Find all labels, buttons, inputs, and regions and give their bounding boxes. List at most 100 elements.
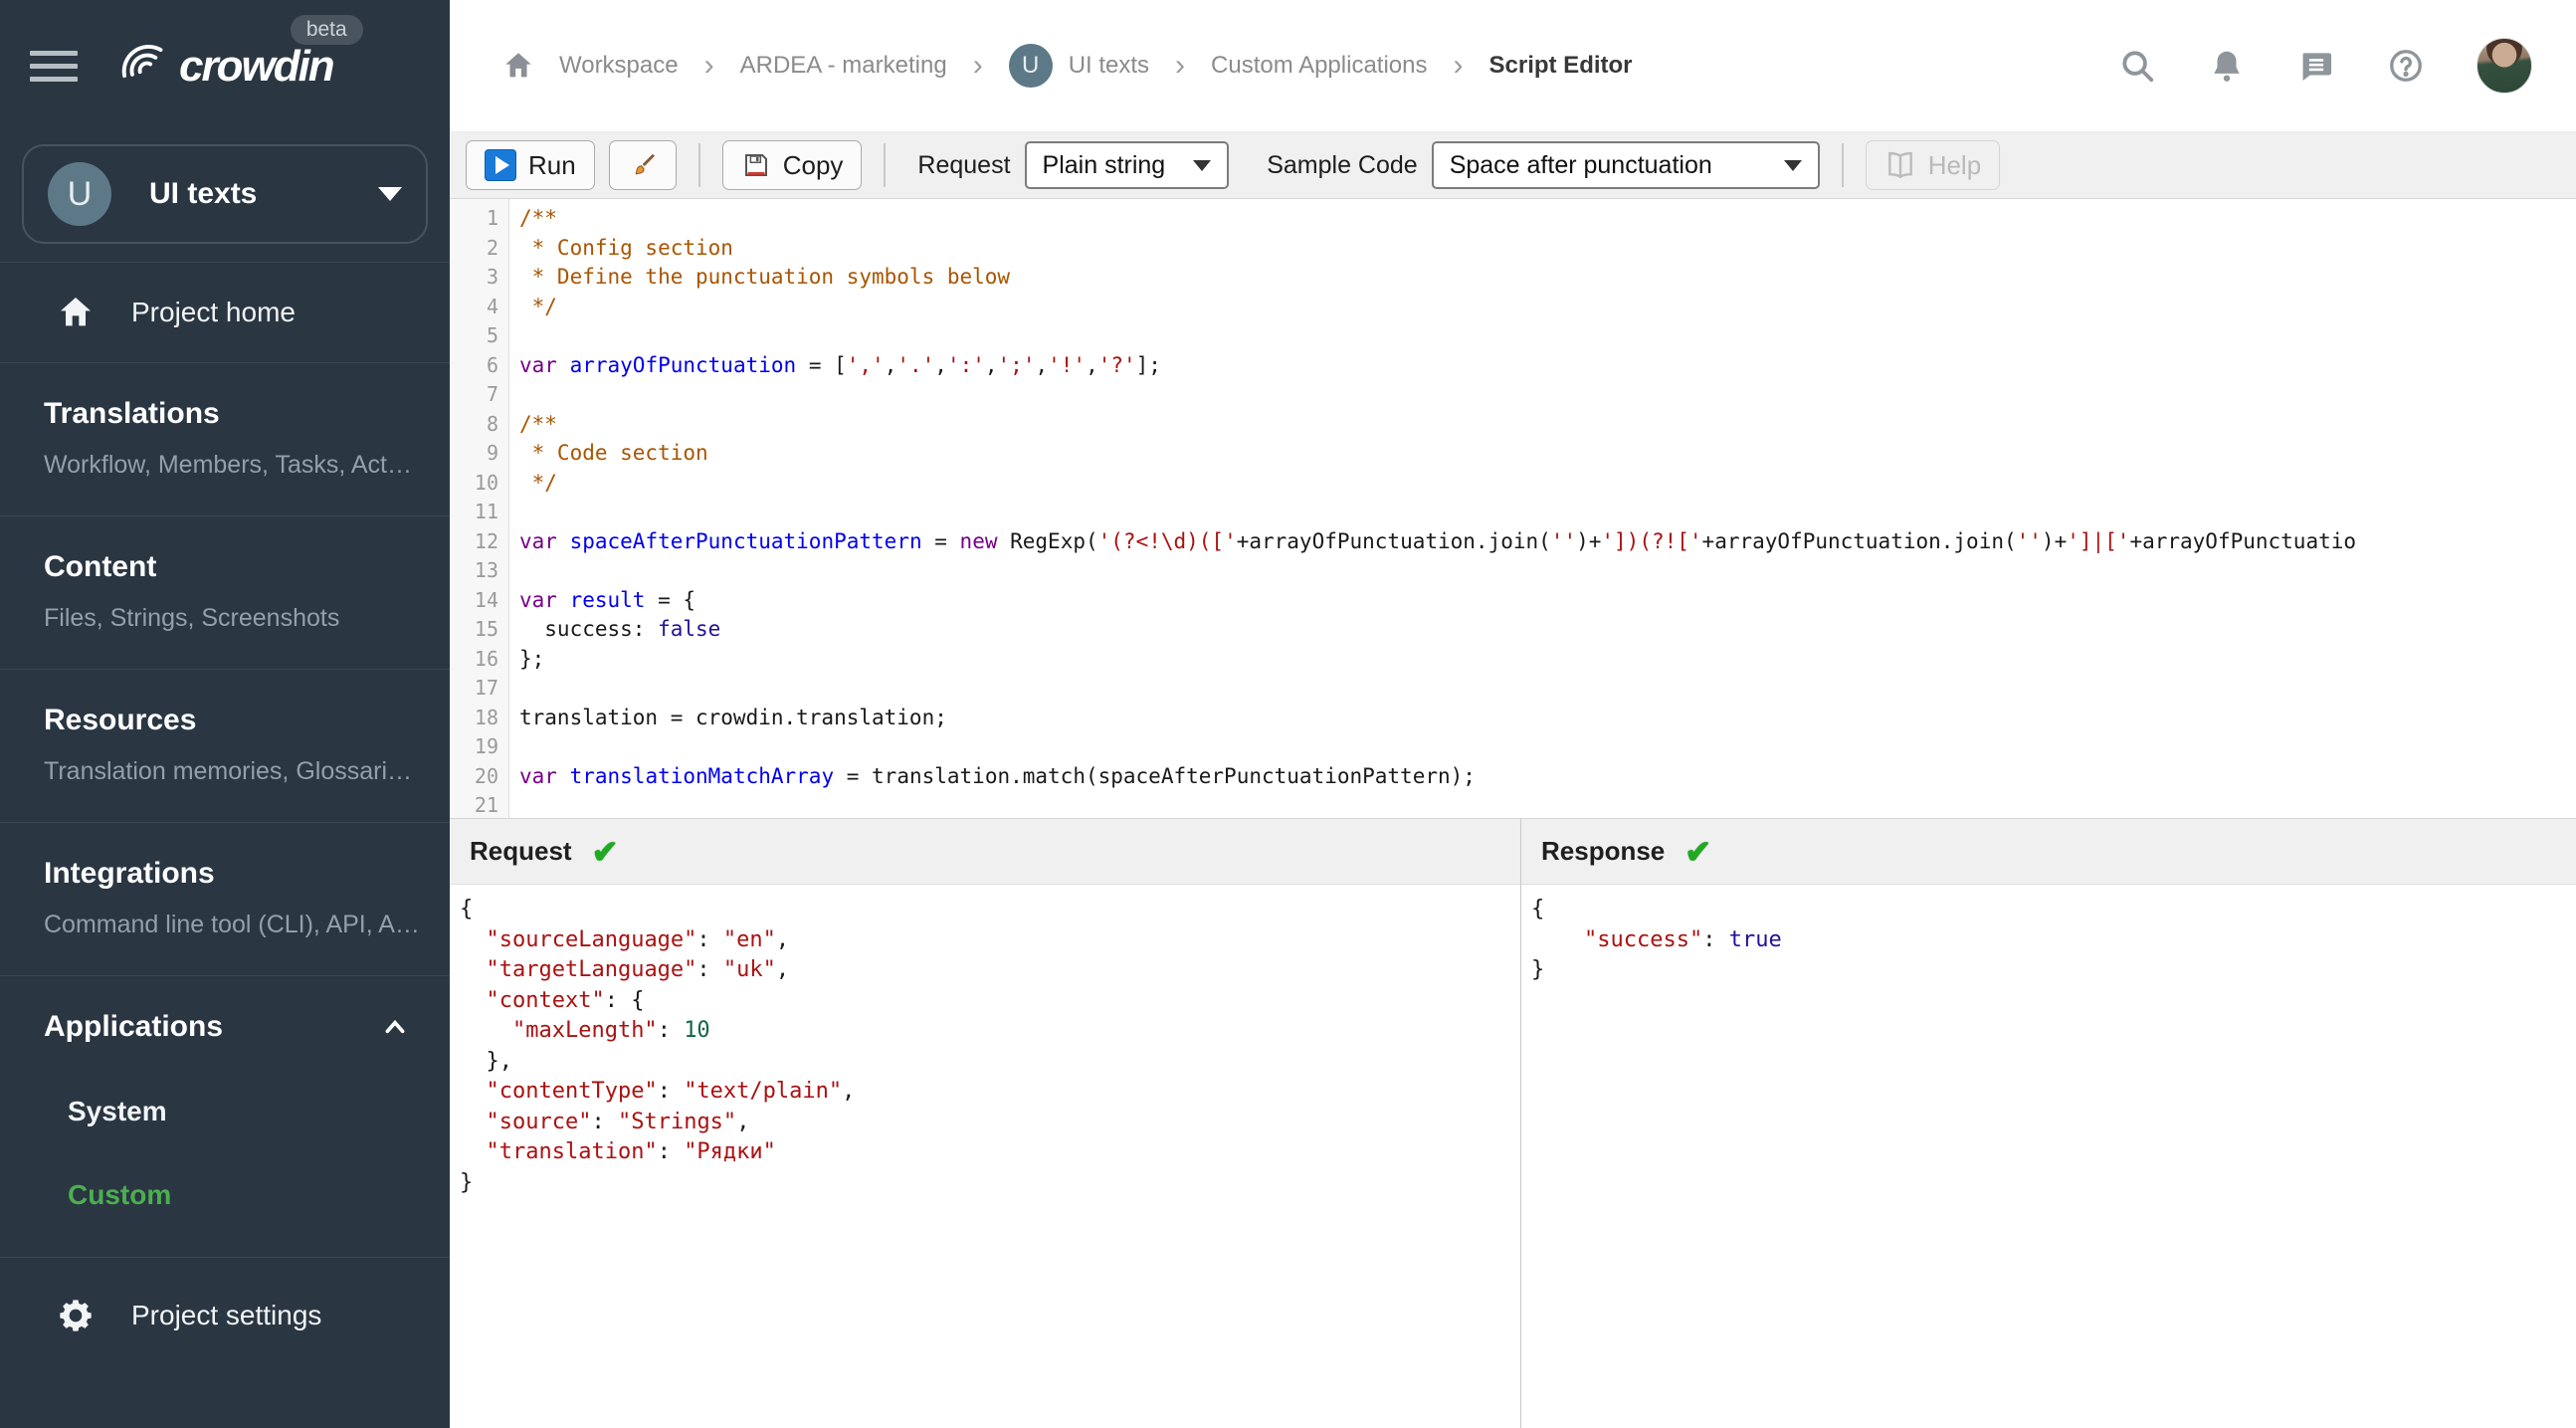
section-title: Content — [44, 550, 157, 583]
breadcrumb-custom-applications[interactable]: Custom Applications — [1211, 52, 1427, 80]
sidebar-header: crowdin beta — [0, 0, 450, 132]
line-number: 1 — [486, 206, 498, 230]
crowdin-logo[interactable]: crowdin beta — [113, 14, 363, 93]
code-line: translation = crowdin.translation; — [519, 705, 947, 729]
breadcrumb-separator: › — [703, 49, 714, 82]
code-line: "success": true — [1583, 926, 1782, 952]
breadcrumb-script-editor: Script Editor — [1488, 52, 1633, 79]
project-name: UI texts — [149, 177, 258, 210]
script-editor-toolbar: Run Copy Request Plain string Sample Cod… — [450, 132, 2576, 199]
section-title: Translations — [44, 397, 220, 430]
code-line: "sourceLanguage": "en", — [486, 926, 790, 952]
breadcrumb: Workspace › ARDEA - marketing › U UI tex… — [501, 44, 2118, 88]
gear-icon — [60, 1300, 92, 1331]
code-line: success: false — [519, 617, 721, 641]
code-line: "context": { — [486, 987, 645, 1013]
help-icon[interactable] — [2387, 47, 2425, 85]
save-floppy-icon — [744, 154, 767, 176]
code-line: /** — [519, 411, 557, 436]
project-avatar: U — [48, 162, 111, 226]
line-number: 7 — [486, 382, 498, 406]
code-editor[interactable]: 1 2 3 4 5 6 7 8 9 10 11 12 13 14 15 16 17 18 19 20 21 /** * … — [450, 199, 2576, 818]
code-line: * Define the punctuation symbols below — [519, 265, 1011, 289]
line-number: 10 — [474, 470, 498, 495]
sidebar-item-system[interactable]: System — [68, 1096, 420, 1127]
line-number: 21 — [474, 793, 498, 817]
code-line: var spaceAfterPunctuationPattern = new R… — [519, 528, 2357, 553]
line-number: 17 — [474, 676, 498, 700]
breadcrumb-project[interactable]: U UI texts — [1008, 44, 1150, 88]
request-type-select[interactable]: Plain string — [1024, 141, 1230, 189]
request-title: Request — [470, 836, 572, 866]
section-title: Integrations — [44, 857, 215, 890]
sidebar-item-integrations[interactable]: Integrations Command line tool (CLI), AP… — [0, 823, 450, 975]
line-number: 5 — [486, 323, 498, 347]
sidebar-item-applications: Applications System Custom — [0, 976, 450, 1257]
sidebar-item-content[interactable]: Content Files, Strings, Screenshots — [0, 516, 450, 669]
run-button[interactable]: Run — [466, 140, 595, 190]
response-panel: Response ✔ { "success": true} — [1520, 819, 2576, 1428]
request-json-editor[interactable]: { "sourceLanguage": "en", "targetLanguag… — [450, 885, 1520, 1428]
hamburger-menu-icon[interactable] — [30, 43, 78, 90]
line-number: 16 — [474, 646, 498, 671]
messages-icon[interactable] — [2297, 47, 2335, 85]
request-panel: Request ✔ { "sourceLanguage": "en", "tar… — [450, 819, 1520, 1428]
home-icon — [61, 298, 91, 326]
code-line: "contentType": "text/plain", — [486, 1079, 856, 1104]
sample-code-select[interactable]: Space after punctuation — [1431, 141, 1820, 189]
breadcrumb-project-group[interactable]: ARDEA - marketing — [740, 52, 947, 80]
header-icons — [2118, 38, 2532, 94]
code-line: /** — [519, 206, 557, 230]
project-selector[interactable]: U UI texts — [22, 144, 428, 244]
main-area: Workspace › ARDEA - marketing › U UI tex… — [450, 0, 2576, 1428]
line-number: 4 — [486, 294, 498, 318]
sidebar-item-resources[interactable]: Resources Translation memories, Glossari… — [0, 670, 450, 822]
sidebar-item-project-settings[interactable]: Project settings — [0, 1266, 450, 1365]
search-icon[interactable] — [2118, 47, 2156, 85]
breadcrumb-separator: › — [1453, 49, 1464, 82]
line-number: 11 — [474, 500, 498, 523]
breadcrumb-workspace[interactable]: Workspace — [559, 52, 679, 80]
code-area[interactable]: /** * Config section * Define the punctu… — [509, 199, 2576, 818]
line-number: 2 — [486, 235, 498, 260]
code-line: } — [1531, 957, 1545, 982]
home-icon[interactable] — [501, 49, 535, 83]
notifications-bell-icon[interactable] — [2208, 47, 2246, 85]
chevron-down-icon — [1783, 159, 1802, 171]
code-line: "translation": "Рядки" — [486, 1139, 776, 1164]
beta-badge: beta — [290, 14, 363, 45]
line-number: 9 — [486, 441, 498, 465]
copy-label: Copy — [782, 149, 844, 180]
line-number: 15 — [474, 617, 498, 641]
line-number: 19 — [474, 734, 498, 758]
sidebar-item-custom[interactable]: Custom — [68, 1179, 420, 1211]
code-line: "maxLength": 10 — [511, 1018, 710, 1043]
copy-button[interactable]: Copy — [721, 140, 863, 190]
response-json-viewer: { "success": true} — [1521, 885, 2576, 1428]
applications-header[interactable]: Applications — [44, 1010, 420, 1044]
sidebar: crowdin beta U UI texts Project home Tra… — [0, 0, 450, 1428]
top-header: Workspace › ARDEA - marketing › U UI tex… — [450, 0, 2576, 132]
format-brush-button[interactable] — [608, 140, 677, 190]
sample-code-value: Space after punctuation — [1449, 150, 1712, 179]
code-line: */ — [519, 294, 557, 318]
help-label: Help — [1927, 149, 1982, 180]
code-line: { — [460, 897, 474, 921]
divider — [0, 1257, 450, 1258]
help-button[interactable]: Help — [1865, 140, 2001, 190]
line-number: 8 — [486, 411, 498, 436]
user-avatar[interactable] — [2477, 38, 2532, 94]
line-number: 12 — [474, 528, 498, 553]
section-subtitle: Command line tool (CLI), API, A… — [44, 911, 420, 938]
sidebar-item-project-home[interactable]: Project home — [0, 263, 450, 362]
code-line: var arrayOfPunctuation = [',','.',':',';… — [519, 352, 1161, 377]
response-title: Response — [1541, 836, 1666, 866]
line-number: 13 — [474, 558, 498, 582]
sidebar-item-translations[interactable]: Translations Workflow, Members, Tasks, A… — [0, 363, 450, 515]
breadcrumb-label: UI texts — [1068, 52, 1150, 79]
code-line: }; — [519, 646, 545, 671]
code-line: var result = { — [519, 587, 696, 612]
